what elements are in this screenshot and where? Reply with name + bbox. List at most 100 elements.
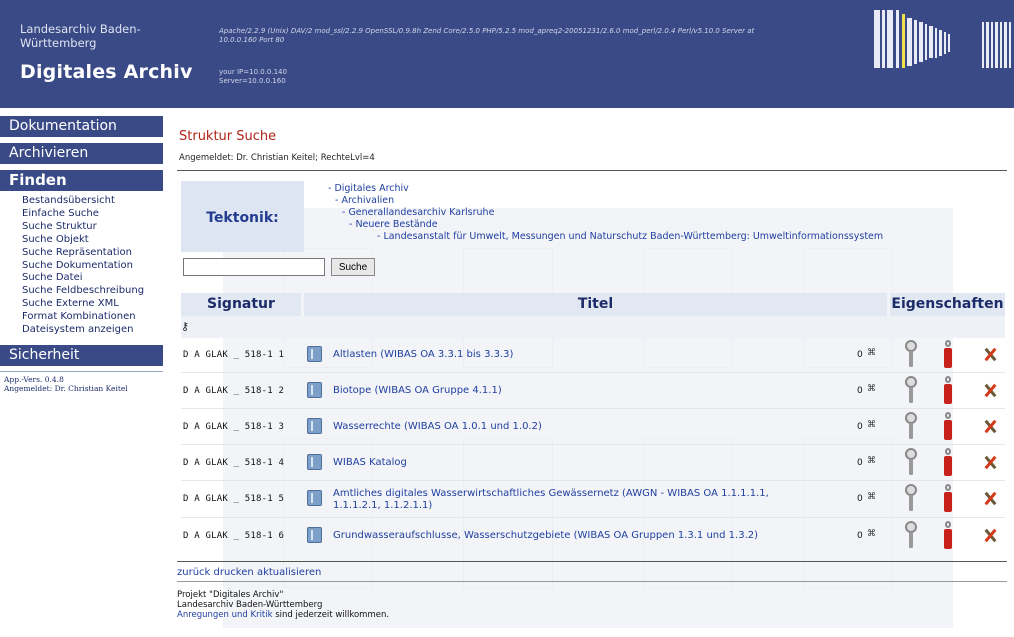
sidebar-item-suche-objekt[interactable]: Suche Objekt: [22, 234, 163, 247]
tools-icon[interactable]: [983, 491, 997, 506]
main-area: Struktur Suche Angemeldet: Dr. Christian…: [163, 108, 1014, 637]
column-header-eigenschaften: Eigenschaften: [890, 293, 1005, 316]
back-link[interactable]: zurück: [177, 567, 210, 578]
sidebar-item-suche-feldbeschreibung[interactable]: Suche Feldbeschreibung: [22, 285, 163, 298]
key-icon[interactable]: [905, 340, 917, 368]
ip-line-2: Server=10.0.0.160: [219, 76, 286, 85]
ip-line-1: your IP=10.0.0.140: [219, 68, 287, 76]
row-count: 0: [857, 494, 863, 504]
row-title-line-1: Amtliches digitales Wasserwirtschaftlich…: [333, 488, 769, 499]
row-title-link[interactable]: Biotope (WIBAS OA Gruppe 4.1.1): [333, 385, 833, 397]
row-title-link[interactable]: Altlasten (WIBAS OA 3.3.1 bis 3.3.3): [333, 349, 833, 361]
version-info: App.-Vers. 0.4.8 Angemeldet: Dr. Christi…: [0, 372, 163, 394]
tools-icon[interactable]: [983, 419, 997, 434]
nav-sicherheit[interactable]: Sicherheit: [0, 344, 163, 366]
sidebar-item-einfache-suche[interactable]: Einfache Suche: [22, 208, 163, 221]
anregungen-link[interactable]: Anregungen: [177, 610, 229, 620]
link-icon[interactable]: ⌘: [867, 420, 876, 430]
refresh-link[interactable]: aktualisieren: [257, 567, 321, 578]
book-icon[interactable]: [307, 454, 322, 470]
sidebar-item-suche-struktur[interactable]: Suche Struktur: [22, 221, 163, 234]
extinguisher-icon[interactable]: [943, 484, 953, 512]
tree-landesanstalt[interactable]: - Landesanstalt für Umwelt, Messungen un…: [377, 231, 883, 243]
key-icon[interactable]: [905, 521, 917, 549]
row-title-link[interactable]: Grundwasseraufschlusse, Wasserschutzgebi…: [333, 530, 833, 542]
book-icon[interactable]: [307, 382, 322, 398]
search-button[interactable]: Suche: [331, 258, 375, 276]
sidebar-item-format-kombinationen[interactable]: Format Kombinationen: [22, 311, 163, 324]
nav-dokumentation[interactable]: Dokumentation: [0, 116, 163, 137]
row-signatur: D A GLAK _ 518-1 2: [183, 386, 285, 396]
row-divider: [181, 408, 1005, 409]
server-signature: Apache/2.2.9 (Unix) DAV/2 mod_ssl/2.2.9 …: [219, 27, 869, 44]
link-icon[interactable]: ⌘: [867, 456, 876, 466]
row-count: 0: [857, 458, 863, 468]
row-signatur: D A GLAK _ 518-1 4: [183, 458, 285, 468]
key-icon[interactable]: [905, 484, 917, 512]
sidebar-item-suche-repraesentation[interactable]: Suche Repräsentation: [22, 247, 163, 260]
book-icon[interactable]: [307, 490, 322, 506]
tools-icon[interactable]: [983, 528, 997, 543]
server-line-1: Apache/2.2.9 (Unix) DAV/2 mod_ssl/2.2.9 …: [219, 27, 755, 35]
legend-row: [181, 316, 1005, 338]
logo-bars-icon: [872, 8, 1014, 108]
server-line-2: 10.0.0.160 Port 80: [219, 35, 285, 44]
kritik-link[interactable]: Kritik: [251, 610, 273, 620]
link-icon[interactable]: ⌘: [867, 384, 876, 394]
org-line-1: Landesarchiv Baden-: [20, 22, 141, 36]
row-signatur: D A GLAK _ 518-1 1: [183, 350, 285, 360]
tools-icon[interactable]: [983, 455, 997, 470]
nav-archivieren[interactable]: Archivieren: [0, 143, 163, 164]
tools-icon[interactable]: [983, 347, 997, 362]
column-header-signatur: Signatur: [181, 293, 301, 316]
row-signatur: D A GLAK _ 518-1 3: [183, 422, 285, 432]
print-link[interactable]: drucken: [214, 567, 254, 578]
row-divider: [181, 517, 1005, 518]
header-banner: Landesarchiv Baden- Württemberg Digitale…: [0, 0, 1014, 108]
nav-finden[interactable]: Finden: [0, 170, 163, 191]
tree-archivalien[interactable]: - Archivalien: [335, 195, 394, 207]
tree-neuere-bestaende[interactable]: - Neuere Bestände: [349, 219, 438, 231]
extinguisher-icon[interactable]: [943, 521, 953, 549]
org-line-2: Württemberg: [20, 36, 97, 50]
extinguisher-icon[interactable]: [943, 448, 953, 476]
extinguisher-icon[interactable]: [943, 340, 953, 368]
finden-submenu: Bestandsübersicht Einfache Suche Suche S…: [0, 191, 163, 339]
tektonik-box: Tektonik:: [181, 181, 304, 252]
sidebar-item-bestandsuebersicht[interactable]: Bestandsübersicht: [22, 195, 163, 208]
book-icon[interactable]: [307, 527, 322, 543]
tools-icon[interactable]: [983, 383, 997, 398]
row-title-link[interactable]: Amtliches digitales Wasserwirtschaftlich…: [333, 488, 833, 512]
book-icon[interactable]: [307, 346, 322, 362]
row-count: 0: [857, 350, 863, 360]
key-icon[interactable]: [905, 376, 917, 404]
row-count: 0: [857, 386, 863, 396]
row-title-link[interactable]: Wasserrechte (WIBAS OA 1.0.1 und 1.0.2): [333, 421, 833, 433]
link-icon[interactable]: ⌘: [867, 492, 876, 502]
link-icon[interactable]: ⌘: [867, 348, 876, 358]
row-count: 0: [857, 422, 863, 432]
sidebar-item-dateisystem-anzeigen[interactable]: Dateisystem anzeigen: [22, 324, 163, 337]
extinguisher-icon[interactable]: [943, 412, 953, 440]
tektonik-label: Tektonik:: [206, 210, 279, 226]
key-icon[interactable]: [905, 412, 917, 440]
sidebar-item-suche-externe-xml[interactable]: Suche Externe XML: [22, 298, 163, 311]
link-icon[interactable]: ⌘: [867, 529, 876, 539]
sidebar-item-suche-datei[interactable]: Suche Datei: [22, 272, 163, 285]
und-link[interactable]: und: [232, 610, 248, 620]
row-divider: [181, 444, 1005, 445]
book-icon[interactable]: [307, 418, 322, 434]
row-title-line-2: 1.1.1.2.1, 1.1.2.1.1): [333, 500, 433, 511]
sidebar-item-suche-dokumentation[interactable]: Suche Dokumentation: [22, 260, 163, 273]
tree-digitales-archiv[interactable]: - Digitales Archiv: [328, 183, 409, 195]
sidebar: Dokumentation Archivieren Finden Bestand…: [0, 108, 163, 637]
row-divider: [181, 480, 1005, 481]
key-icon[interactable]: [905, 448, 917, 476]
feedback-text: sind jederzeit willkommen.: [275, 609, 390, 620]
row-title-link[interactable]: WIBAS Katalog: [333, 457, 833, 469]
footer-links: zurück drucken aktualisieren: [177, 567, 321, 578]
extinguisher-icon[interactable]: [943, 376, 953, 404]
tree-generallandesarchiv[interactable]: - Generallandesarchiv Karlsruhe: [342, 207, 494, 219]
page-title: Struktur Suche: [179, 129, 277, 144]
search-input[interactable]: [183, 258, 325, 276]
